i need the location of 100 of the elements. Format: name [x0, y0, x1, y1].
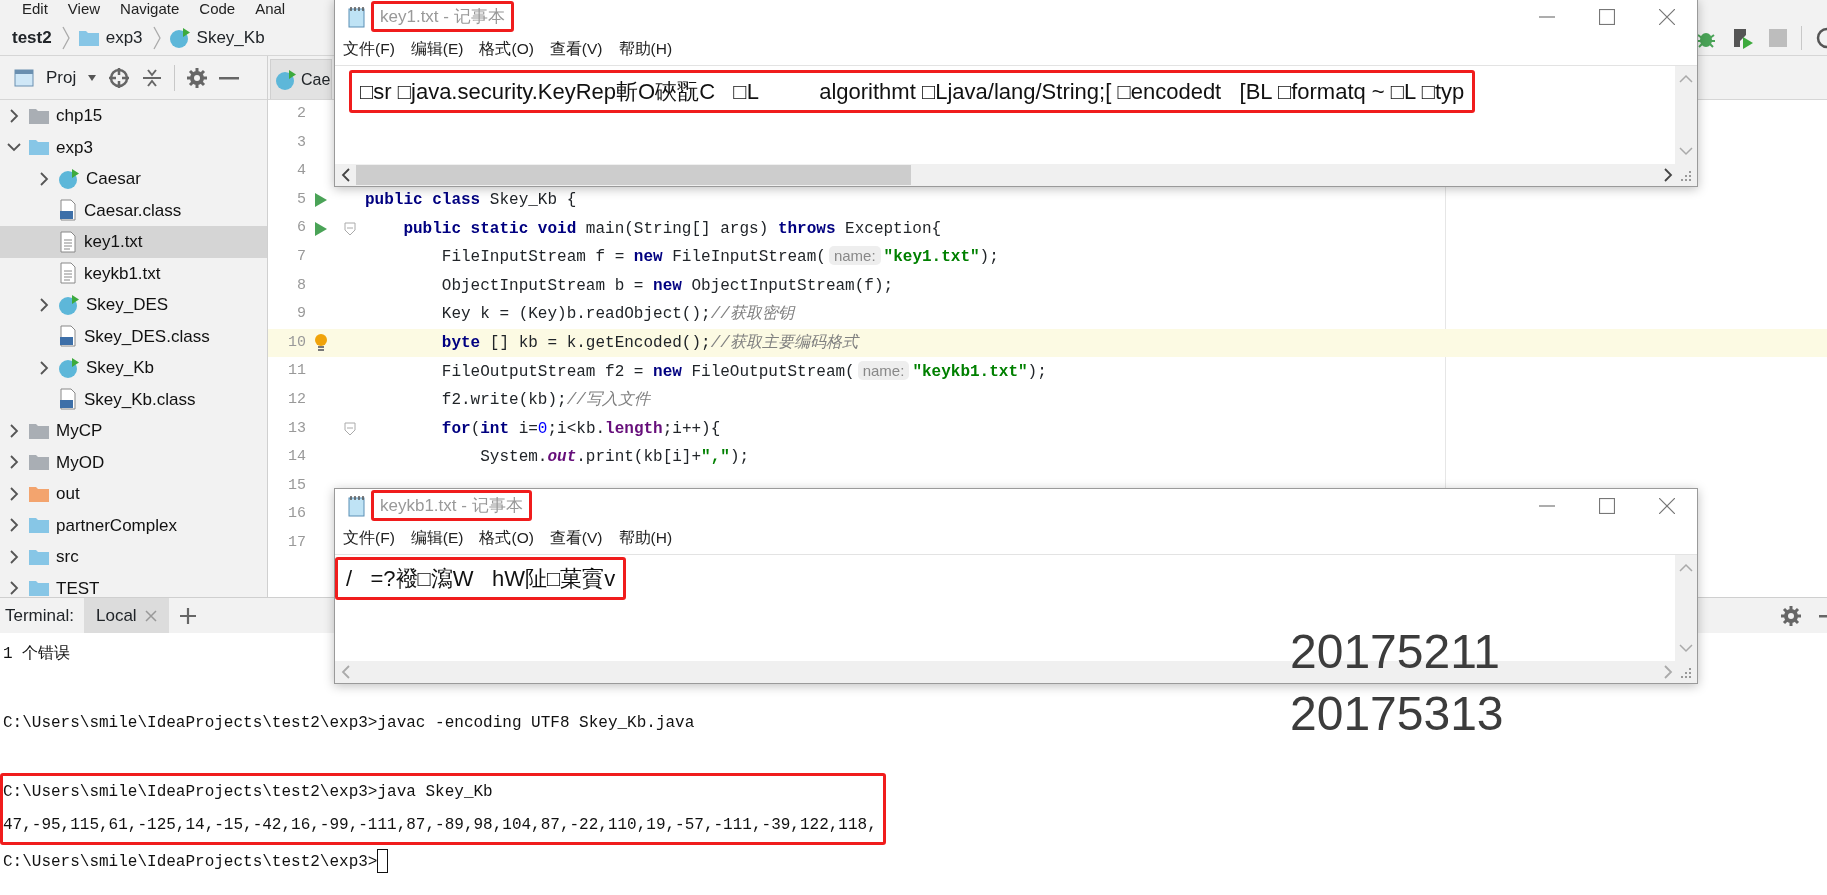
- panel-icon: [14, 68, 34, 87]
- tree-item[interactable]: Skey_Kb: [0, 352, 267, 384]
- tree-item[interactable]: Skey_Kb.class: [0, 383, 267, 415]
- code-line: for(int i=0;i<kb.length;i++){: [440, 418, 721, 440]
- tree-item[interactable]: chp15: [0, 100, 267, 132]
- menu-item[interactable]: 查看(V): [549, 37, 603, 61]
- add-icon[interactable]: [178, 606, 197, 625]
- menu-item[interactable]: 查看(V): [549, 526, 603, 550]
- scroll-left-icon[interactable]: [341, 168, 350, 182]
- breadcrumb-item[interactable]: exp3: [105, 24, 143, 51]
- resize-grip-icon[interactable]: [1679, 169, 1691, 181]
- caret-icon[interactable]: [88, 74, 97, 81]
- menu-item[interactable]: Edit: [22, 0, 48, 20]
- tree-item[interactable]: partnerComplex: [0, 509, 267, 541]
- line-number: 16: [287, 504, 306, 525]
- menu-item[interactable]: 编辑(E): [410, 37, 464, 61]
- line-number: 10: [287, 332, 306, 353]
- line-number: 5: [296, 189, 306, 210]
- menu-item[interactable]: 帮助(H): [618, 37, 673, 61]
- line-number: 14: [287, 447, 306, 468]
- maximize-button[interactable]: [1599, 497, 1615, 514]
- line-number: 11: [287, 361, 306, 382]
- folder-icon: [77, 28, 100, 47]
- overlay-number: 20175211: [1290, 628, 1500, 676]
- scrollbar-thumb[interactable]: [356, 165, 911, 185]
- line-number: 3: [296, 132, 306, 153]
- close-button[interactable]: [1659, 8, 1675, 25]
- menu-item[interactable]: 文件(F): [343, 526, 395, 550]
- tree-item[interactable]: Caesar: [0, 163, 267, 195]
- tree-item[interactable]: out: [0, 478, 267, 510]
- binary-file-icon: [58, 388, 78, 411]
- code-line: System.out.print(kb[i]+",");: [479, 447, 750, 469]
- menu-item[interactable]: 帮助(H): [618, 526, 673, 550]
- code-line: public class Skey_Kb {: [365, 190, 577, 212]
- tree-item[interactable]: key1.txt: [0, 226, 267, 258]
- menu-item[interactable]: 编辑(E): [410, 526, 464, 550]
- tree-item[interactable]: Caesar.class: [0, 194, 267, 226]
- text-file-icon: [58, 262, 78, 285]
- class-icon: [58, 356, 80, 379]
- terminal-line: C:\Users\smile\IdeaProjects\test2\exp3>: [3, 852, 378, 871]
- panel-title: Terminal:: [5, 604, 74, 627]
- tree-item[interactable]: Skey_DES.class: [0, 320, 267, 352]
- code-line: f2.write(kb);//写入文件: [440, 389, 650, 412]
- document-text: □sr □java.security.KeyRep斬O硤翫C □L algorithmt □Ljava/lang/String;[ □encodedt [BL □formatq ~ □L □typ: [360, 79, 1465, 104]
- settings-icon[interactable]: [1781, 605, 1801, 626]
- window-title: keykb1.txt - 记事本: [380, 495, 523, 515]
- tree-item[interactable]: MyCP: [0, 415, 267, 447]
- tree-item[interactable]: Skey_DES: [0, 289, 267, 321]
- menu-item[interactable]: Code: [199, 0, 236, 20]
- minimize-icon[interactable]: [1819, 613, 1827, 618]
- tree-item[interactable]: keykb1.txt: [0, 257, 267, 289]
- collapse-all-icon[interactable]: [142, 67, 163, 88]
- line-number: 8: [296, 275, 306, 296]
- breadcrumb-item[interactable]: Skey_Kb: [196, 24, 265, 51]
- settings-icon[interactable]: [187, 67, 208, 88]
- class-icon: [58, 293, 80, 316]
- scroll-right-icon[interactable]: [1664, 168, 1673, 182]
- class-icon: [168, 26, 191, 49]
- tree-item[interactable]: exp3: [0, 131, 267, 163]
- notepad-icon: [347, 5, 367, 28]
- tree-item[interactable]: TEST: [0, 572, 267, 597]
- line-number: 12: [287, 390, 306, 410]
- tree-item[interactable]: MyOD: [0, 446, 267, 478]
- class-icon: [275, 68, 297, 91]
- line-number: 13: [287, 418, 306, 439]
- terminal-line: C:\Users\smile\IdeaProjects\test2\exp3>java Skey_Kb: [3, 781, 493, 803]
- view-dropdown[interactable]: Proj: [46, 64, 77, 91]
- code-line: ObjectInputStream b = new ObjectInputStream(f);: [440, 275, 894, 297]
- editor-tab[interactable]: Cae: [270, 59, 333, 99]
- tree-item[interactable]: src: [0, 541, 267, 573]
- line-number: 9: [296, 304, 306, 325]
- line-number: 4: [296, 161, 306, 182]
- refresh-icon[interactable]: [1816, 25, 1827, 50]
- menu-item[interactable]: Navigate: [120, 0, 180, 20]
- terminal-tab[interactable]: Local: [83, 598, 169, 633]
- maximize-button[interactable]: [1599, 8, 1615, 25]
- code-line: byte [] kb = k.getEncoded();//获取主要编码格式: [440, 332, 858, 355]
- close-button[interactable]: [1659, 497, 1675, 514]
- text-file-icon: [58, 230, 78, 253]
- lightbulb-icon[interactable]: [313, 333, 328, 354]
- menu-item[interactable]: Anal: [255, 0, 286, 20]
- run-icon[interactable]: [313, 220, 328, 237]
- binary-file-icon: [58, 199, 78, 222]
- line-number: 2: [296, 104, 306, 125]
- minimize-icon[interactable]: [219, 75, 240, 80]
- menu-item[interactable]: 格式(O): [479, 526, 534, 550]
- menu-item[interactable]: View: [67, 0, 101, 20]
- terminal-line: 47,-95,115,61,-125,14,-15,-42,16,-99,-111,87,-89,98,104,87,-22,110,19,-57,-111,-39,122,118,: [3, 814, 877, 836]
- terminal-line: 1 个错误: [2, 644, 71, 665]
- menu-item[interactable]: 文件(F): [343, 37, 395, 61]
- code-line: Key k = (Key)b.readObject();//获取密钥: [440, 303, 794, 326]
- run-icon[interactable]: [313, 192, 328, 209]
- class-icon: [58, 167, 80, 190]
- resize-grip-icon[interactable]: [1679, 666, 1691, 678]
- line-number: 7: [296, 247, 306, 267]
- line-number: 15: [287, 475, 306, 496]
- locate-icon[interactable]: [108, 66, 131, 89]
- menu-item[interactable]: 格式(O): [479, 37, 534, 61]
- code-line: FileOutputStream f2 = new FileOutputStream( name: "keykb1.txt");: [440, 359, 1047, 383]
- breadcrumb-item[interactable]: test2: [12, 24, 52, 51]
